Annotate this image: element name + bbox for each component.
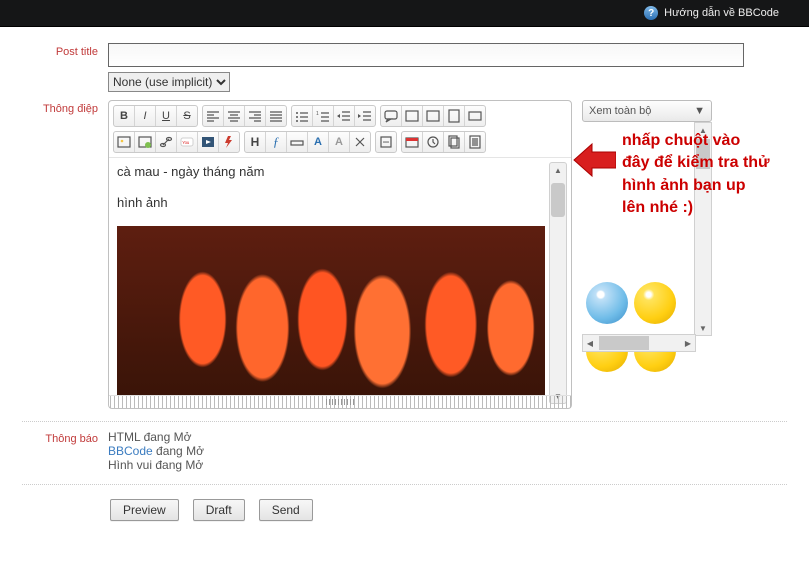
emoji-item[interactable] (634, 282, 676, 324)
draft-button[interactable]: Draft (193, 499, 245, 521)
code-button[interactable] (402, 106, 423, 126)
youtube-button[interactable]: You (177, 132, 198, 152)
editor-line-2: hình ảnh (117, 195, 545, 210)
label-message: Thông điệp (0, 100, 98, 115)
indent-button[interactable] (355, 106, 375, 126)
more-button[interactable] (376, 132, 396, 152)
editor-toolbar: B I U S (109, 101, 571, 158)
notice-block: HTML đang Mở BBCode đang Mở Hình vui đan… (108, 430, 204, 472)
category-select[interactable]: None (use implicit) (108, 72, 230, 92)
help-icon: ? (644, 6, 658, 20)
separator (22, 421, 787, 422)
extras-button[interactable] (465, 106, 485, 126)
outdent-button[interactable] (334, 106, 355, 126)
copy-button[interactable] (444, 132, 465, 152)
notice-html-prefix: HTML (108, 430, 144, 444)
emoji-hscrollbar[interactable]: ◀ ▶ (582, 334, 696, 352)
font-color-button[interactable]: A (308, 132, 329, 152)
bold-button[interactable]: B (114, 106, 135, 126)
link-button[interactable] (156, 132, 177, 152)
scroll-thumb[interactable] (551, 183, 565, 217)
flash-button[interactable] (219, 132, 239, 152)
list-ul-button[interactable] (292, 106, 313, 126)
quote-button[interactable] (381, 106, 402, 126)
image2-button[interactable] (135, 132, 156, 152)
font-size-button[interactable] (287, 132, 308, 152)
align-left-button[interactable] (203, 106, 224, 126)
align-justify-button[interactable] (266, 106, 286, 126)
list-ol-button[interactable]: 1 (313, 106, 334, 126)
preview-button[interactable]: Preview (110, 499, 179, 521)
emoji-item[interactable] (586, 282, 628, 324)
editor-image (117, 226, 545, 396)
italic-button[interactable]: I (135, 106, 156, 126)
notice-html-status: đang Mở (144, 430, 192, 444)
time-button[interactable] (423, 132, 444, 152)
underline-button[interactable]: U (156, 106, 177, 126)
emoji-dropdown[interactable]: Xem toàn bộ ▼ (582, 100, 712, 122)
heading-button[interactable]: H (245, 132, 266, 152)
message-editor: B I U S (108, 100, 572, 409)
image-button[interactable] (114, 132, 135, 152)
scroll-right-icon[interactable]: ▶ (681, 335, 695, 351)
send-button[interactable]: Send (259, 499, 313, 521)
spoiler-button[interactable] (423, 106, 444, 126)
media-button[interactable] (198, 132, 219, 152)
remove-format-button[interactable] (350, 132, 370, 152)
note-button[interactable] (444, 106, 465, 126)
scroll-thumb[interactable] (599, 336, 649, 350)
scroll-down-icon[interactable]: ▼ (695, 321, 711, 335)
align-center-button[interactable] (224, 106, 245, 126)
bbcode-link[interactable]: BBCode (108, 444, 153, 458)
scroll-left-icon[interactable]: ◀ (583, 335, 597, 351)
svg-text:You: You (182, 140, 190, 145)
editor-resize-handle[interactable] (109, 395, 571, 408)
scroll-up-icon[interactable]: ▲ (550, 163, 566, 177)
paste-button[interactable] (465, 132, 485, 152)
editor-content-area[interactable]: cà mau - ngày tháng năm hình ảnh ▲ ▼ (109, 158, 571, 408)
annotation-text: nhấp chuột vào đây để kiểm tra thử hình … (622, 130, 772, 220)
top-bar: ? Hướng dẫn về BBCode (0, 0, 809, 27)
notice-smile-status: Hình vui đang Mở (108, 458, 204, 472)
svg-text:1: 1 (316, 111, 319, 117)
editor-scrollbar[interactable]: ▲ ▼ (549, 162, 567, 404)
strike-button[interactable]: S (177, 106, 197, 126)
annotation-callout: nhấp chuột vào đây để kiểm tra thử hình … (572, 130, 772, 220)
separator (22, 484, 787, 485)
post-title-input[interactable] (108, 43, 744, 67)
font-color2-button[interactable]: A (329, 132, 350, 152)
editor-line-1: cà mau - ngày tháng năm (117, 164, 545, 179)
chevron-down-icon: ▼ (694, 105, 705, 117)
notice-bbcode-status: đang Mở (153, 444, 204, 458)
bbcode-help-link[interactable]: Hướng dẫn về BBCode (664, 7, 779, 19)
date-button[interactable] (402, 132, 423, 152)
emoji-dropdown-label: Xem toàn bộ (589, 105, 651, 117)
label-notice: Thông báo (0, 430, 98, 445)
align-right-button[interactable] (245, 106, 266, 126)
label-post-title: Post title (0, 43, 98, 58)
font-family-button[interactable]: ƒ (266, 132, 287, 152)
